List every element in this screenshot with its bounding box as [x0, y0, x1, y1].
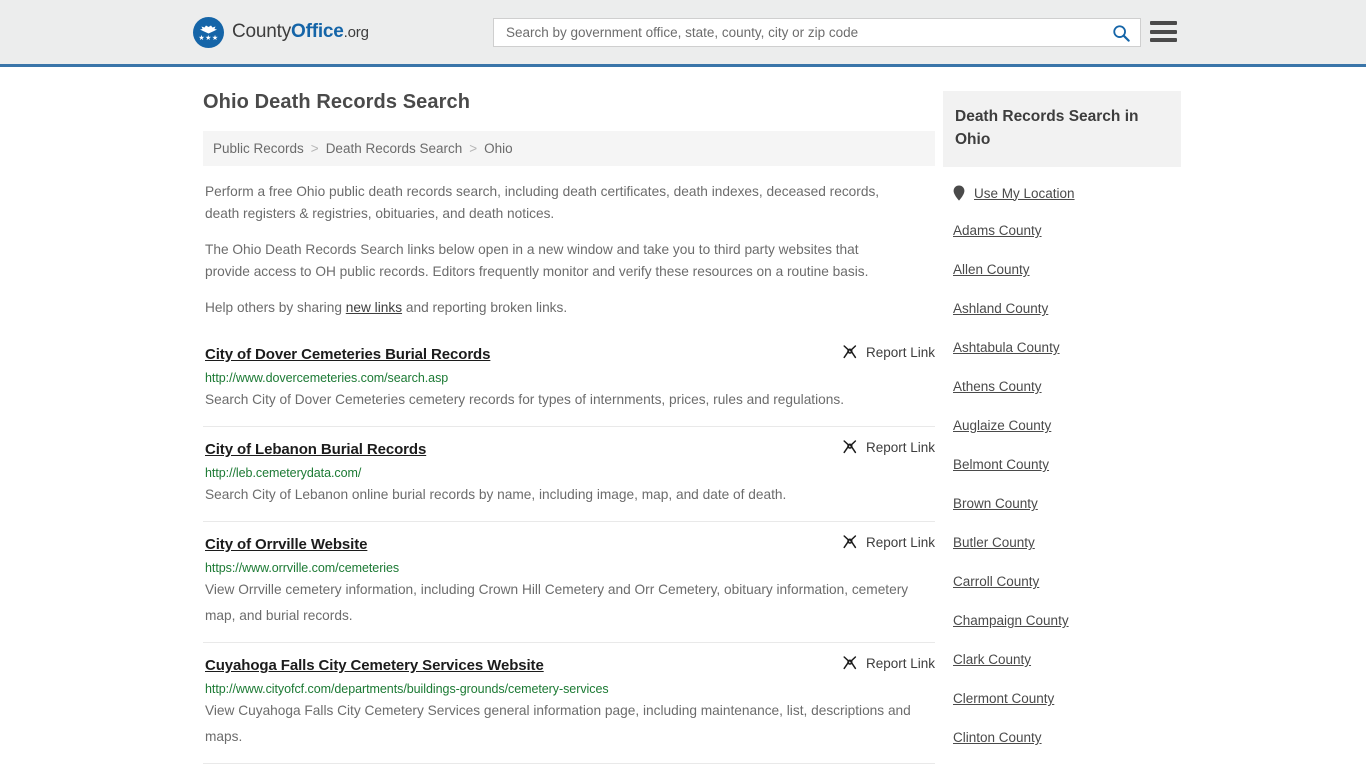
result-description: Search City of Lebanon online burial rec… — [205, 487, 787, 502]
sidebar-heading-box: Death Records Search in Ohio — [943, 91, 1181, 167]
report-link-label: Report Link — [865, 655, 935, 671]
list-item: Carroll County — [953, 573, 1181, 591]
result-item: City of Lebanon Burial Records http://le… — [203, 426, 935, 521]
site-header: ★★★ CountyOffice.org — [0, 0, 1366, 67]
breadcrumb-item-death-records-search[interactable]: Death Records Search — [326, 141, 463, 156]
list-item: Belmont County — [953, 456, 1181, 474]
list-item: Ashtabula County — [953, 339, 1181, 357]
search-button[interactable] — [1102, 19, 1140, 46]
search-input[interactable] — [494, 25, 1102, 40]
main-content: Ohio Death Records Search Public Records… — [203, 67, 935, 768]
use-my-location-label: Use My Location — [974, 185, 1075, 201]
broken-link-icon — [843, 440, 857, 454]
hamburger-bar-3 — [1150, 38, 1177, 42]
sidebar: Death Records Search in Ohio Use My Loca… — [943, 67, 1181, 768]
result-item: Cuyahoga Falls Library Website Report Li… — [203, 763, 935, 768]
intro-paragraph-3: Help others by sharing new links and rep… — [205, 297, 905, 319]
result-url: http://www.cityofcf.com/departments/buil… — [205, 682, 609, 696]
eagle-icon — [200, 25, 217, 33]
eagle-shield-logo-icon: ★★★ — [193, 16, 224, 48]
list-item: Auglaize County — [953, 417, 1181, 435]
list-item: Athens County — [953, 378, 1181, 396]
list-item: Clinton County — [953, 729, 1181, 747]
use-my-location-button[interactable]: Use My Location — [953, 185, 1181, 201]
report-link-label: Report Link — [865, 439, 935, 455]
search-bar[interactable] — [493, 18, 1141, 47]
result-description: Search City of Dover Cemeteries cemetery… — [205, 392, 845, 407]
result-description: View Orrville cemetery information, incl… — [205, 582, 909, 623]
broken-link-icon — [843, 345, 857, 359]
result-description: View Cuyahoga Falls City Cemetery Servic… — [205, 703, 911, 744]
result-item: City of Orrville Website https://www.orr… — [203, 521, 935, 642]
county-link-clinton[interactable]: Clinton County — [953, 730, 1042, 745]
broken-link-icon — [843, 535, 857, 549]
list-item: Ashland County — [953, 300, 1181, 318]
county-link-belmont[interactable]: Belmont County — [953, 457, 1049, 472]
intro-text-after-link: and reporting broken links. — [402, 300, 568, 315]
county-link-ashtabula[interactable]: Ashtabula County — [953, 340, 1060, 355]
county-link-athens[interactable]: Athens County — [953, 379, 1042, 394]
intro-text-before-link: Help others by sharing — [205, 300, 346, 315]
results-list: City of Dover Cemeteries Burial Records … — [203, 336, 935, 768]
list-item: Champaign County — [953, 612, 1181, 630]
breadcrumb: Public Records > Death Records Search > … — [203, 131, 935, 166]
result-url: http://leb.cemeterydata.com/ — [205, 466, 362, 480]
intro-paragraph-2: The Ohio Death Records Search links belo… — [205, 242, 869, 279]
report-link-button[interactable]: Report Link — [842, 439, 935, 455]
county-link-butler[interactable]: Butler County — [953, 535, 1035, 550]
result-item: City of Dover Cemeteries Burial Records … — [203, 336, 935, 426]
list-item: Butler County — [953, 534, 1181, 552]
broken-link-icon — [843, 656, 857, 670]
breadcrumb-item-public-records[interactable]: Public Records — [213, 141, 304, 156]
list-item: Brown County — [953, 495, 1181, 513]
result-item: Cuyahoga Falls City Cemetery Services We… — [203, 642, 935, 763]
report-link-button[interactable]: Report Link — [842, 655, 935, 671]
county-link-auglaize[interactable]: Auglaize County — [953, 418, 1051, 433]
hamburger-bar-1 — [1150, 21, 1177, 25]
hamburger-bar-2 — [1150, 29, 1177, 34]
list-item: Clark County — [953, 651, 1181, 669]
county-link-clermont[interactable]: Clermont County — [953, 691, 1054, 706]
brand-text-office: Office — [291, 21, 344, 42]
hamburger-menu-icon[interactable] — [1150, 19, 1177, 44]
county-links-list: Adams County Allen County Ashland County… — [943, 222, 1181, 768]
breadcrumb-item-ohio: Ohio — [484, 141, 513, 156]
result-url: https://www.orrville.com/cemeteries — [205, 561, 400, 575]
county-link-ashland[interactable]: Ashland County — [953, 301, 1048, 316]
list-item: Allen County — [953, 261, 1181, 279]
report-link-button[interactable]: Report Link — [842, 344, 935, 360]
result-title-link[interactable]: Cuyahoga Falls City Cemetery Services We… — [205, 657, 544, 674]
brand-text-org: .org — [343, 24, 369, 41]
county-link-champaign[interactable]: Champaign County — [953, 613, 1069, 628]
list-item: Adams County — [953, 222, 1181, 240]
report-link-label: Report Link — [865, 344, 935, 360]
brand-text-county: County — [232, 21, 292, 42]
result-title-link[interactable]: City of Lebanon Burial Records — [205, 441, 426, 458]
stars-icon: ★★★ — [198, 34, 219, 42]
new-links-link[interactable]: new links — [346, 300, 402, 315]
county-link-adams[interactable]: Adams County — [953, 223, 1042, 238]
page-body: Ohio Death Records Search Public Records… — [0, 67, 1366, 768]
result-url: http://www.dovercemeteries.com/search.as… — [205, 371, 449, 385]
result-title-link[interactable]: City of Orrville Website — [205, 536, 367, 553]
breadcrumb-separator: > — [310, 141, 319, 156]
page-title: Ohio Death Records Search — [203, 91, 471, 113]
site-logo[interactable]: ★★★ CountyOffice.org — [193, 16, 369, 48]
brand-wordmark: CountyOffice.org — [232, 21, 369, 43]
report-link-button[interactable]: Report Link — [842, 534, 935, 550]
sidebar-heading: Death Records Search in Ohio — [955, 108, 1139, 148]
county-link-brown[interactable]: Brown County — [953, 496, 1038, 511]
county-link-clark[interactable]: Clark County — [953, 652, 1031, 667]
county-link-allen[interactable]: Allen County — [953, 262, 1030, 277]
list-item: Clermont County — [953, 690, 1181, 708]
county-link-carroll[interactable]: Carroll County — [953, 574, 1039, 589]
map-pin-icon — [953, 185, 965, 201]
report-link-label: Report Link — [865, 534, 935, 550]
result-title-link[interactable]: City of Dover Cemeteries Burial Records — [205, 346, 490, 363]
intro-paragraph-1: Perform a free Ohio public death records… — [205, 184, 880, 221]
breadcrumb-separator: > — [469, 141, 478, 156]
search-icon — [1113, 24, 1130, 42]
